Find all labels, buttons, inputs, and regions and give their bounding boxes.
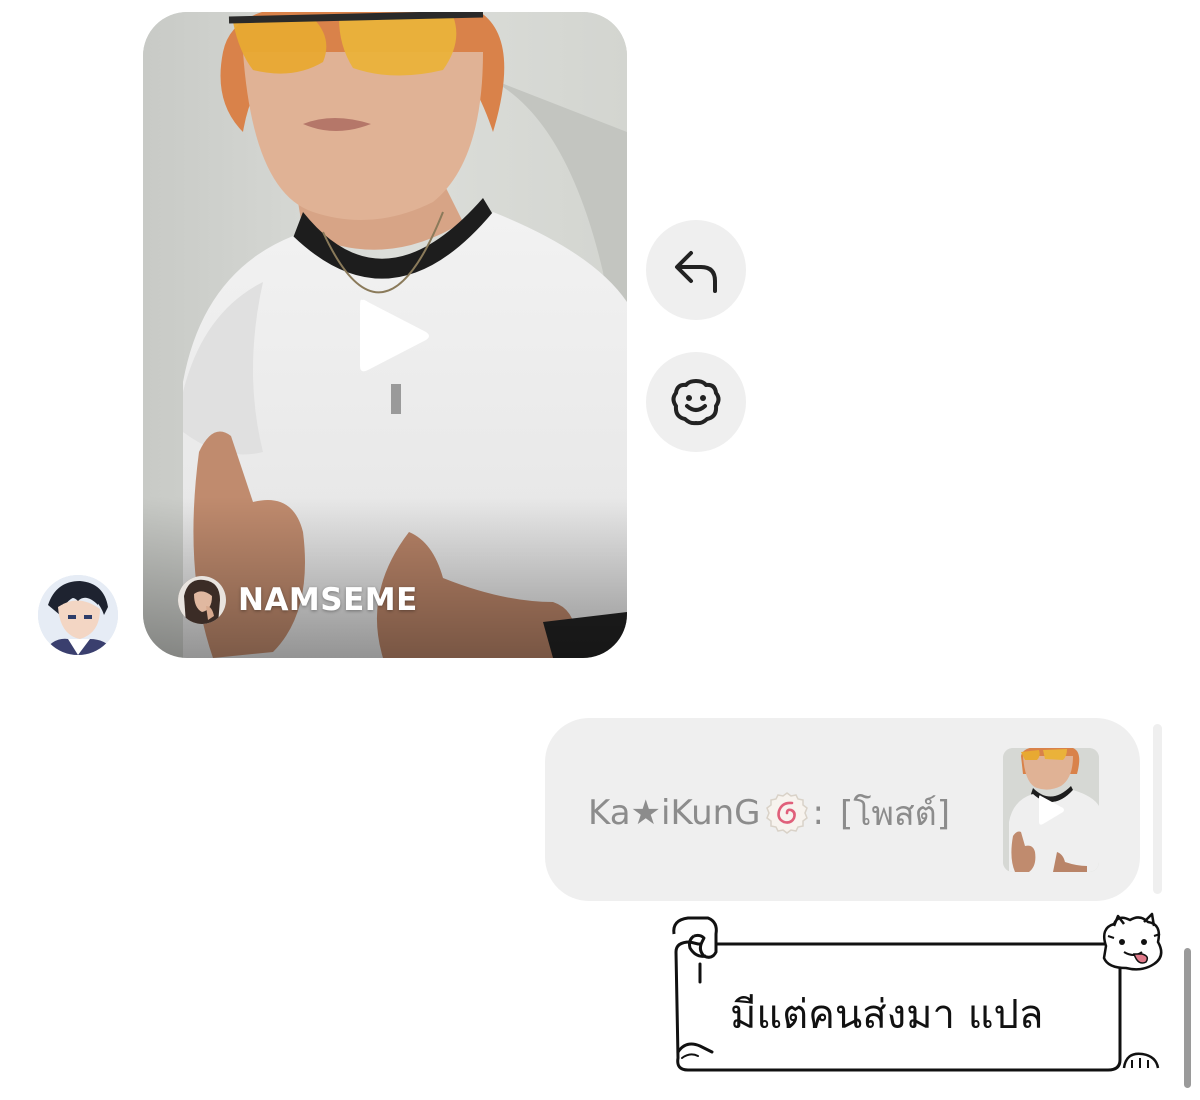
reply-button[interactable]	[646, 220, 746, 320]
react-icon	[671, 379, 721, 426]
reply-preview-text: Ka★iKunG : [โพสต์]	[588, 786, 950, 840]
message-text: มีแต่คนส่งมา แปล	[730, 992, 1044, 1038]
quoted-content: [โพสต์]	[839, 794, 951, 834]
quote-separator: :	[812, 793, 824, 833]
reply-preview-bubble[interactable]: Ka★iKunG : [โพสต์]	[545, 718, 1140, 901]
shared-reel-card[interactable]: NAMSEME	[143, 12, 627, 658]
react-button[interactable]	[646, 352, 746, 452]
reply-preview-side-bar	[1153, 724, 1162, 894]
owner-username[interactable]: NAMSEME	[238, 582, 418, 618]
message-bubble[interactable]: มีแต่คนส่งมา แปล	[668, 912, 1168, 1080]
play-icon[interactable]	[356, 296, 434, 376]
reply-icon	[675, 251, 717, 293]
scrollbar[interactable]	[1184, 948, 1191, 1088]
reel-owner[interactable]: NAMSEME	[178, 576, 418, 624]
quoted-sender: Ka★iKunG	[588, 793, 761, 833]
owner-avatar[interactable]	[178, 576, 226, 624]
narutomaki-icon	[765, 792, 808, 834]
quoted-reel-thumbnail[interactable]	[1003, 748, 1099, 872]
sender-avatar[interactable]	[38, 575, 118, 655]
